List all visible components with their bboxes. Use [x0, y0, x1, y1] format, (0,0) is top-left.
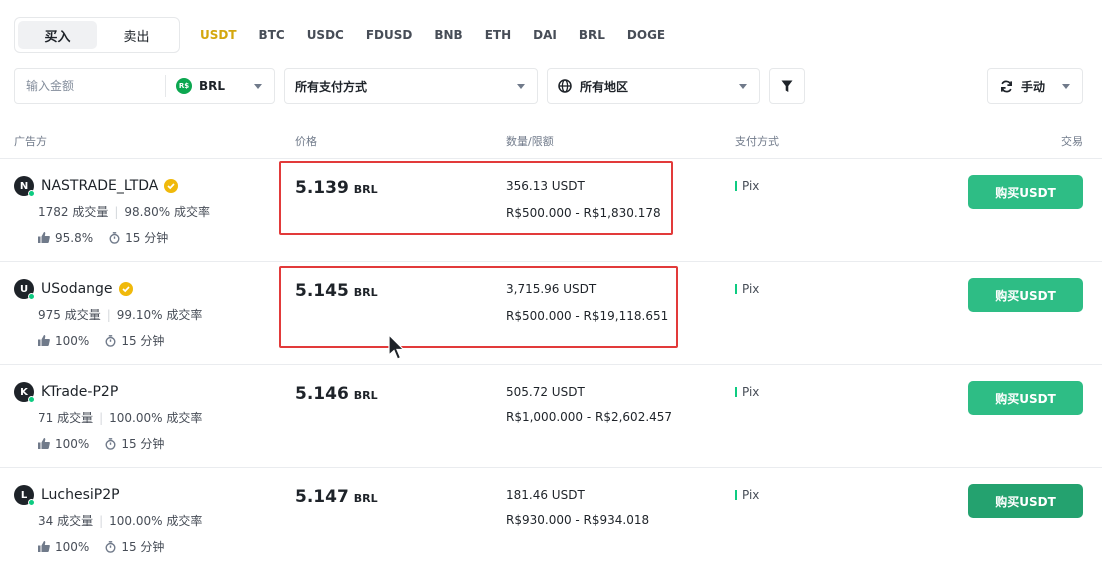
- ad-row: N NASTRADE_LTDA 1782 成交量 | 98.80% 成交率 95.8…: [0, 158, 1102, 261]
- merchant-meta: 100% 15 分钟: [38, 538, 164, 555]
- header-price: 价格: [295, 135, 317, 148]
- mouse-cursor-icon: [388, 334, 405, 360]
- timer-icon: [105, 334, 116, 347]
- sell-tab[interactable]: 卖出: [97, 21, 176, 49]
- merchant-stats: 1782 成交量 | 98.80% 成交率: [38, 205, 210, 219]
- coin-tab-usdt[interactable]: USDT: [200, 28, 237, 42]
- refresh-mode-select[interactable]: 手动: [987, 68, 1083, 104]
- price: 5.147 BRL: [295, 487, 378, 507]
- amount-input[interactable]: [15, 69, 165, 103]
- timer-icon: [109, 231, 120, 244]
- globe-icon: [558, 79, 572, 93]
- chevron-down-icon: [1062, 83, 1070, 89]
- header-trade: 交易: [1061, 135, 1083, 148]
- coin-tab-doge[interactable]: DOGE: [627, 28, 665, 42]
- available-qty: 181.46 USDT: [506, 488, 585, 502]
- thumbs-up-icon: [38, 438, 50, 449]
- buy-usdt-button[interactable]: 购买USDT: [968, 381, 1083, 415]
- available-qty: 356.13 USDT: [506, 179, 585, 193]
- chevron-down-icon: [517, 83, 525, 89]
- payment-tag: Pix: [735, 179, 759, 193]
- payment-tag: Pix: [735, 488, 759, 502]
- ad-row: K KTrade-P2P 71 成交量 | 100.00% 成交率 100% 15 …: [0, 364, 1102, 467]
- order-limit: R$1,000.000 - R$2,602.457: [506, 410, 673, 424]
- amount-filter: R$ BRL: [14, 68, 275, 104]
- fiat-select[interactable]: R$ BRL: [165, 75, 274, 97]
- payment-tag: Pix: [735, 282, 759, 296]
- header-advertiser: 广告方: [14, 135, 47, 148]
- merchant-meta: 100% 15 分钟: [38, 435, 164, 452]
- buy-tab[interactable]: 买入: [18, 21, 97, 49]
- avatar: K: [14, 382, 35, 403]
- coin-tab-dai[interactable]: DAI: [533, 28, 557, 42]
- buy-usdt-button[interactable]: 购买USDT: [968, 484, 1083, 518]
- buy-usdt-button[interactable]: 购买USDT: [968, 175, 1083, 209]
- merchant-name[interactable]: NASTRADE_LTDA: [41, 178, 158, 194]
- thumbs-up-icon: [38, 232, 50, 243]
- buy-usdt-button[interactable]: 购买USDT: [968, 278, 1083, 312]
- available-qty: 505.72 USDT: [506, 385, 585, 399]
- avatar: U: [14, 279, 35, 300]
- ad-row: U USodange 975 成交量 | 99.10% 成交率 100% 15 分钟…: [0, 261, 1102, 364]
- verified-badge-icon: [118, 282, 133, 296]
- price: 5.146 BRL: [295, 384, 378, 404]
- order-limit: R$500.000 - R$1,830.178: [506, 206, 661, 220]
- header-amount-limit: 数量/限额: [506, 135, 554, 148]
- avatar: L: [14, 485, 35, 506]
- order-limit: R$930.000 - R$934.018: [506, 513, 650, 527]
- header-payment: 支付方式: [735, 135, 779, 148]
- merchant-stats: 71 成交量 | 100.00% 成交率: [38, 411, 203, 425]
- thumbs-up-icon: [38, 335, 50, 346]
- thumbs-up-icon: [38, 541, 50, 552]
- chevron-down-icon: [254, 83, 262, 89]
- avatar: N: [14, 176, 35, 197]
- refresh-icon: [1001, 80, 1012, 92]
- price: 5.139 BRL: [295, 178, 378, 198]
- price: 5.145 BRL: [295, 281, 378, 301]
- timer-icon: [105, 540, 116, 553]
- ad-row: L LuchesiP2P 34 成交量 | 100.00% 成交率 100% 15 …: [0, 467, 1102, 564]
- coin-tab-btc[interactable]: BTC: [259, 28, 285, 42]
- merchant-meta: 100% 15 分钟: [38, 332, 164, 349]
- merchant-stats: 975 成交量 | 99.10% 成交率: [38, 308, 203, 322]
- merchant-name[interactable]: LuchesiP2P: [41, 487, 120, 503]
- coin-tab-brl[interactable]: BRL: [579, 28, 605, 42]
- merchant-name[interactable]: USodange: [41, 281, 113, 297]
- coin-tab-usdc[interactable]: USDC: [307, 28, 344, 42]
- merchant-stats: 34 成交量 | 100.00% 成交率: [38, 514, 203, 528]
- trade-side-toggle: 买入 卖出: [14, 17, 180, 53]
- order-limit: R$500.000 - R$19,118.651: [506, 309, 669, 323]
- timer-icon: [105, 437, 116, 450]
- region-select[interactable]: 所有地区: [547, 68, 760, 104]
- region-label: 所有地区: [580, 79, 629, 94]
- merchant-meta: 95.8% 15 分钟: [38, 229, 168, 246]
- refresh-mode-label: 手动: [1021, 79, 1046, 94]
- filter-button[interactable]: [769, 68, 805, 104]
- verified-badge-icon: [164, 179, 179, 193]
- coin-tab-eth[interactable]: ETH: [485, 28, 511, 42]
- coin-tabs: USDT BTC USDC FDUSD BNB ETH DAI BRL DOGE: [200, 24, 687, 46]
- fiat-label: BRL: [199, 79, 226, 93]
- payment-method-select[interactable]: 所有支付方式: [284, 68, 538, 104]
- filter-funnel-icon: [781, 80, 793, 92]
- merchant-name[interactable]: KTrade-P2P: [41, 384, 118, 400]
- coin-tab-fdusd[interactable]: FDUSD: [366, 28, 413, 42]
- coin-tab-bnb[interactable]: BNB: [434, 28, 462, 42]
- available-qty: 3,715.96 USDT: [506, 282, 597, 296]
- payment-tag: Pix: [735, 385, 759, 399]
- brl-flag-icon: R$: [176, 78, 192, 94]
- payment-method-label: 所有支付方式: [295, 79, 368, 94]
- chevron-down-icon: [739, 83, 747, 89]
